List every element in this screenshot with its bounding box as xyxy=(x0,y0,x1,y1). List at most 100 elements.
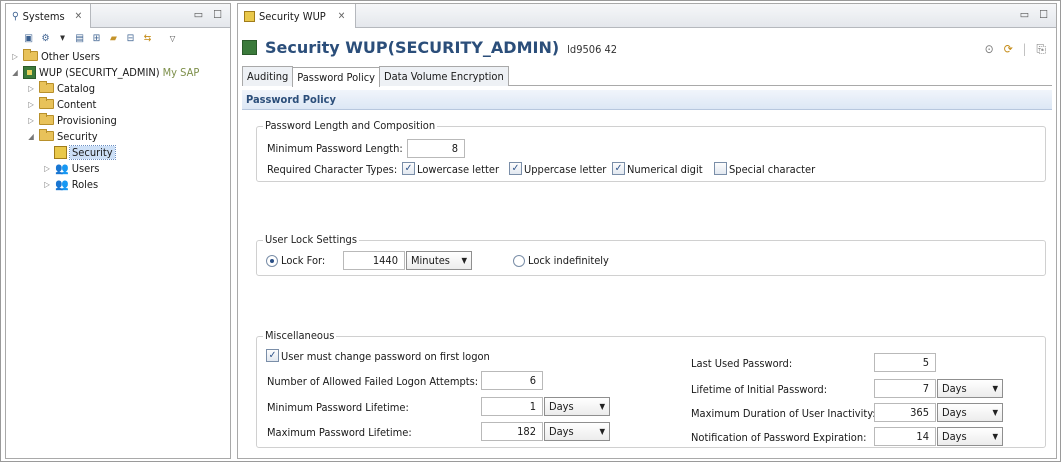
max-lifetime-input[interactable]: 182 xyxy=(481,422,543,441)
folder-icon xyxy=(39,97,54,109)
inactivity-unit-select[interactable]: Days ▼ xyxy=(937,403,1003,422)
select-value: Minutes xyxy=(411,254,450,267)
expand-icon[interactable]: ▷ xyxy=(42,164,52,173)
lock-for-unit-select[interactable]: Minutes ▼ xyxy=(406,251,472,270)
inactivity-input[interactable]: 365 xyxy=(874,403,936,422)
tab-security-wup[interactable]: Security WUP ✕ xyxy=(238,4,357,28)
last-used-input[interactable]: 5 xyxy=(874,353,936,372)
collapse-icon[interactable]: ◢ xyxy=(26,132,36,141)
link-icon[interactable]: ⇆ xyxy=(141,32,154,44)
tab-systems[interactable]: ⚲ Systems ✕ xyxy=(6,4,92,28)
minimize-icon[interactable]: ▭ xyxy=(194,8,203,21)
tab-password-policy[interactable]: Password Policy xyxy=(292,67,380,87)
systems-icon: ⚲ xyxy=(12,10,19,22)
numerical-checkbox[interactable]: ✓ xyxy=(612,162,625,175)
tree-item-system[interactable]: ◢ WUP (SECURITY_ADMIN) My SAP xyxy=(10,64,199,80)
tree-item-provisioning[interactable]: ▷ Provisioning xyxy=(26,112,117,128)
max-lifetime-unit-select[interactable]: Days ▼ xyxy=(544,422,610,441)
refresh-icon[interactable]: ⟳ xyxy=(1004,42,1013,57)
window-frame: ⚲ Systems ✕ ▭ ☐ ▣ ⚙ ▼ ▤ ⊞ ▰ ⊟ ⇆ ▽ ▷ Othe… xyxy=(0,0,1061,462)
system-icon xyxy=(242,40,257,55)
sql-console-icon[interactable]: ▣ xyxy=(22,32,35,44)
security-icon xyxy=(244,10,255,22)
systems-toolbar: ▣ ⚙ ▼ ▤ ⊞ ▰ ⊟ ⇆ ▽ xyxy=(6,28,230,48)
uppercase-checkbox[interactable]: ✓ xyxy=(509,162,522,175)
header-actions: ⊙ ⟳ | ⎘ xyxy=(985,42,1046,57)
tools-icon[interactable]: ⚙ xyxy=(39,32,52,44)
tree-hint: My SAP xyxy=(162,65,200,79)
failed-attempts-input[interactable]: 6 xyxy=(481,371,543,390)
last-used-label: Last Used Password: xyxy=(691,357,793,370)
tree-item-security[interactable]: ◢ Security xyxy=(26,128,98,144)
tab-data-volume-encryption[interactable]: Data Volume Encryption xyxy=(379,66,509,86)
run-icon[interactable]: ⊙ xyxy=(985,42,994,57)
initial-lifetime-input[interactable]: 7 xyxy=(874,379,936,398)
add-system-icon[interactable]: ⊞ xyxy=(90,32,103,44)
dropdown-arrow-icon[interactable]: ▼ xyxy=(56,32,69,44)
maximize-icon[interactable]: ☐ xyxy=(213,8,222,21)
tree-item-catalog[interactable]: ▷ Catalog xyxy=(26,80,95,96)
minimize-icon[interactable]: ▭ xyxy=(1020,8,1029,21)
misc-group: Miscellaneous ✓ User must change passwor… xyxy=(256,329,1046,448)
grid-icon[interactable]: ▤ xyxy=(73,32,86,44)
security-editor: Security WUP ✕ ▭ ☐ Security WUP(SECURITY… xyxy=(237,3,1057,459)
password-policy-form: Password Policy Password Length and Comp… xyxy=(242,90,1052,454)
folder-icon xyxy=(23,49,38,61)
special-label: Special character xyxy=(729,163,816,176)
min-length-label: Minimum Password Length: xyxy=(267,142,403,155)
select-value: Days xyxy=(549,425,574,438)
tree-label: Security xyxy=(69,144,116,160)
expand-icon[interactable]: ▷ xyxy=(26,100,36,109)
expand-icon[interactable]: ▷ xyxy=(26,84,36,93)
tree-label: WUP (SECURITY_ADMIN) xyxy=(39,65,160,79)
tree-item-content[interactable]: ▷ Content xyxy=(26,96,96,112)
lowercase-label: Lowercase letter xyxy=(417,163,500,176)
tree-label: Roles xyxy=(71,177,99,191)
min-lifetime-input[interactable]: 1 xyxy=(481,397,543,416)
tree-item-roles[interactable]: ▷ 👥 Roles xyxy=(42,176,98,192)
min-lifetime-unit-select[interactable]: Days ▼ xyxy=(544,397,610,416)
roles-icon: 👥 xyxy=(55,177,69,191)
lock-for-label: Lock For: xyxy=(281,254,326,267)
user-lock-group: User Lock Settings Lock For: 1440 Minute… xyxy=(256,233,1046,276)
systems-view: ⚲ Systems ✕ ▭ ☐ ▣ ⚙ ▼ ▤ ⊞ ▰ ⊟ ⇆ ▽ ▷ Othe… xyxy=(5,3,231,459)
expand-icon[interactable]: ▷ xyxy=(26,116,36,125)
expand-icon[interactable]: ▷ xyxy=(10,52,20,61)
system-icon xyxy=(23,65,36,79)
security-icon xyxy=(54,145,67,159)
maximize-icon[interactable]: ☐ xyxy=(1039,8,1048,21)
notification-input[interactable]: 14 xyxy=(874,427,936,446)
folder-icon xyxy=(39,113,54,125)
editor-subtabs: Auditing Password Policy Data Volume Enc… xyxy=(242,66,1052,87)
systems-view-tabbar: ⚲ Systems ✕ ▭ ☐ xyxy=(6,4,230,28)
lock-indefinitely-radio[interactable] xyxy=(513,255,525,267)
group-legend: Password Length and Composition xyxy=(263,119,438,132)
page-title: Security WUP(SECURITY_ADMIN) xyxy=(265,38,560,57)
lock-for-input[interactable]: 1440 xyxy=(343,251,405,270)
tree-label: Provisioning xyxy=(57,113,117,127)
view-menu-icon[interactable]: ▽ xyxy=(166,32,179,44)
expand-icon[interactable]: ▷ xyxy=(42,180,52,189)
tree-label: Catalog xyxy=(57,81,96,95)
tree-item-users[interactable]: ▷ 👥 Users xyxy=(42,160,99,176)
min-length-input[interactable]: 8 xyxy=(407,139,465,158)
collapse-icon[interactable]: ◢ xyxy=(10,68,20,77)
folder-icon[interactable]: ▰ xyxy=(107,32,120,44)
collapse-all-icon[interactable]: ⊟ xyxy=(124,32,137,44)
tab-auditing[interactable]: Auditing xyxy=(242,66,294,86)
password-length-group: Password Length and Composition Minimum … xyxy=(256,119,1046,182)
tree-item-other-users[interactable]: ▷ Other Users xyxy=(10,48,100,64)
close-icon[interactable]: ✕ xyxy=(75,11,83,22)
initial-lifetime-unit-select[interactable]: Days ▼ xyxy=(937,379,1003,398)
lock-for-radio[interactable] xyxy=(266,255,278,267)
numerical-label: Numerical digit xyxy=(627,163,703,176)
tree-item-security-editor[interactable]: Security xyxy=(54,144,116,160)
close-icon[interactable]: ✕ xyxy=(338,11,346,22)
lowercase-checkbox[interactable]: ✓ xyxy=(402,162,415,175)
uppercase-label: Uppercase letter xyxy=(524,163,607,176)
must-change-checkbox[interactable]: ✓ xyxy=(266,349,279,362)
notification-unit-select[interactable]: Days ▼ xyxy=(937,427,1003,446)
export-icon[interactable]: ⎘ xyxy=(1036,42,1046,57)
special-checkbox[interactable] xyxy=(714,162,727,175)
editor-header: Security WUP(SECURITY_ADMIN) ld9506 42 xyxy=(242,38,617,57)
